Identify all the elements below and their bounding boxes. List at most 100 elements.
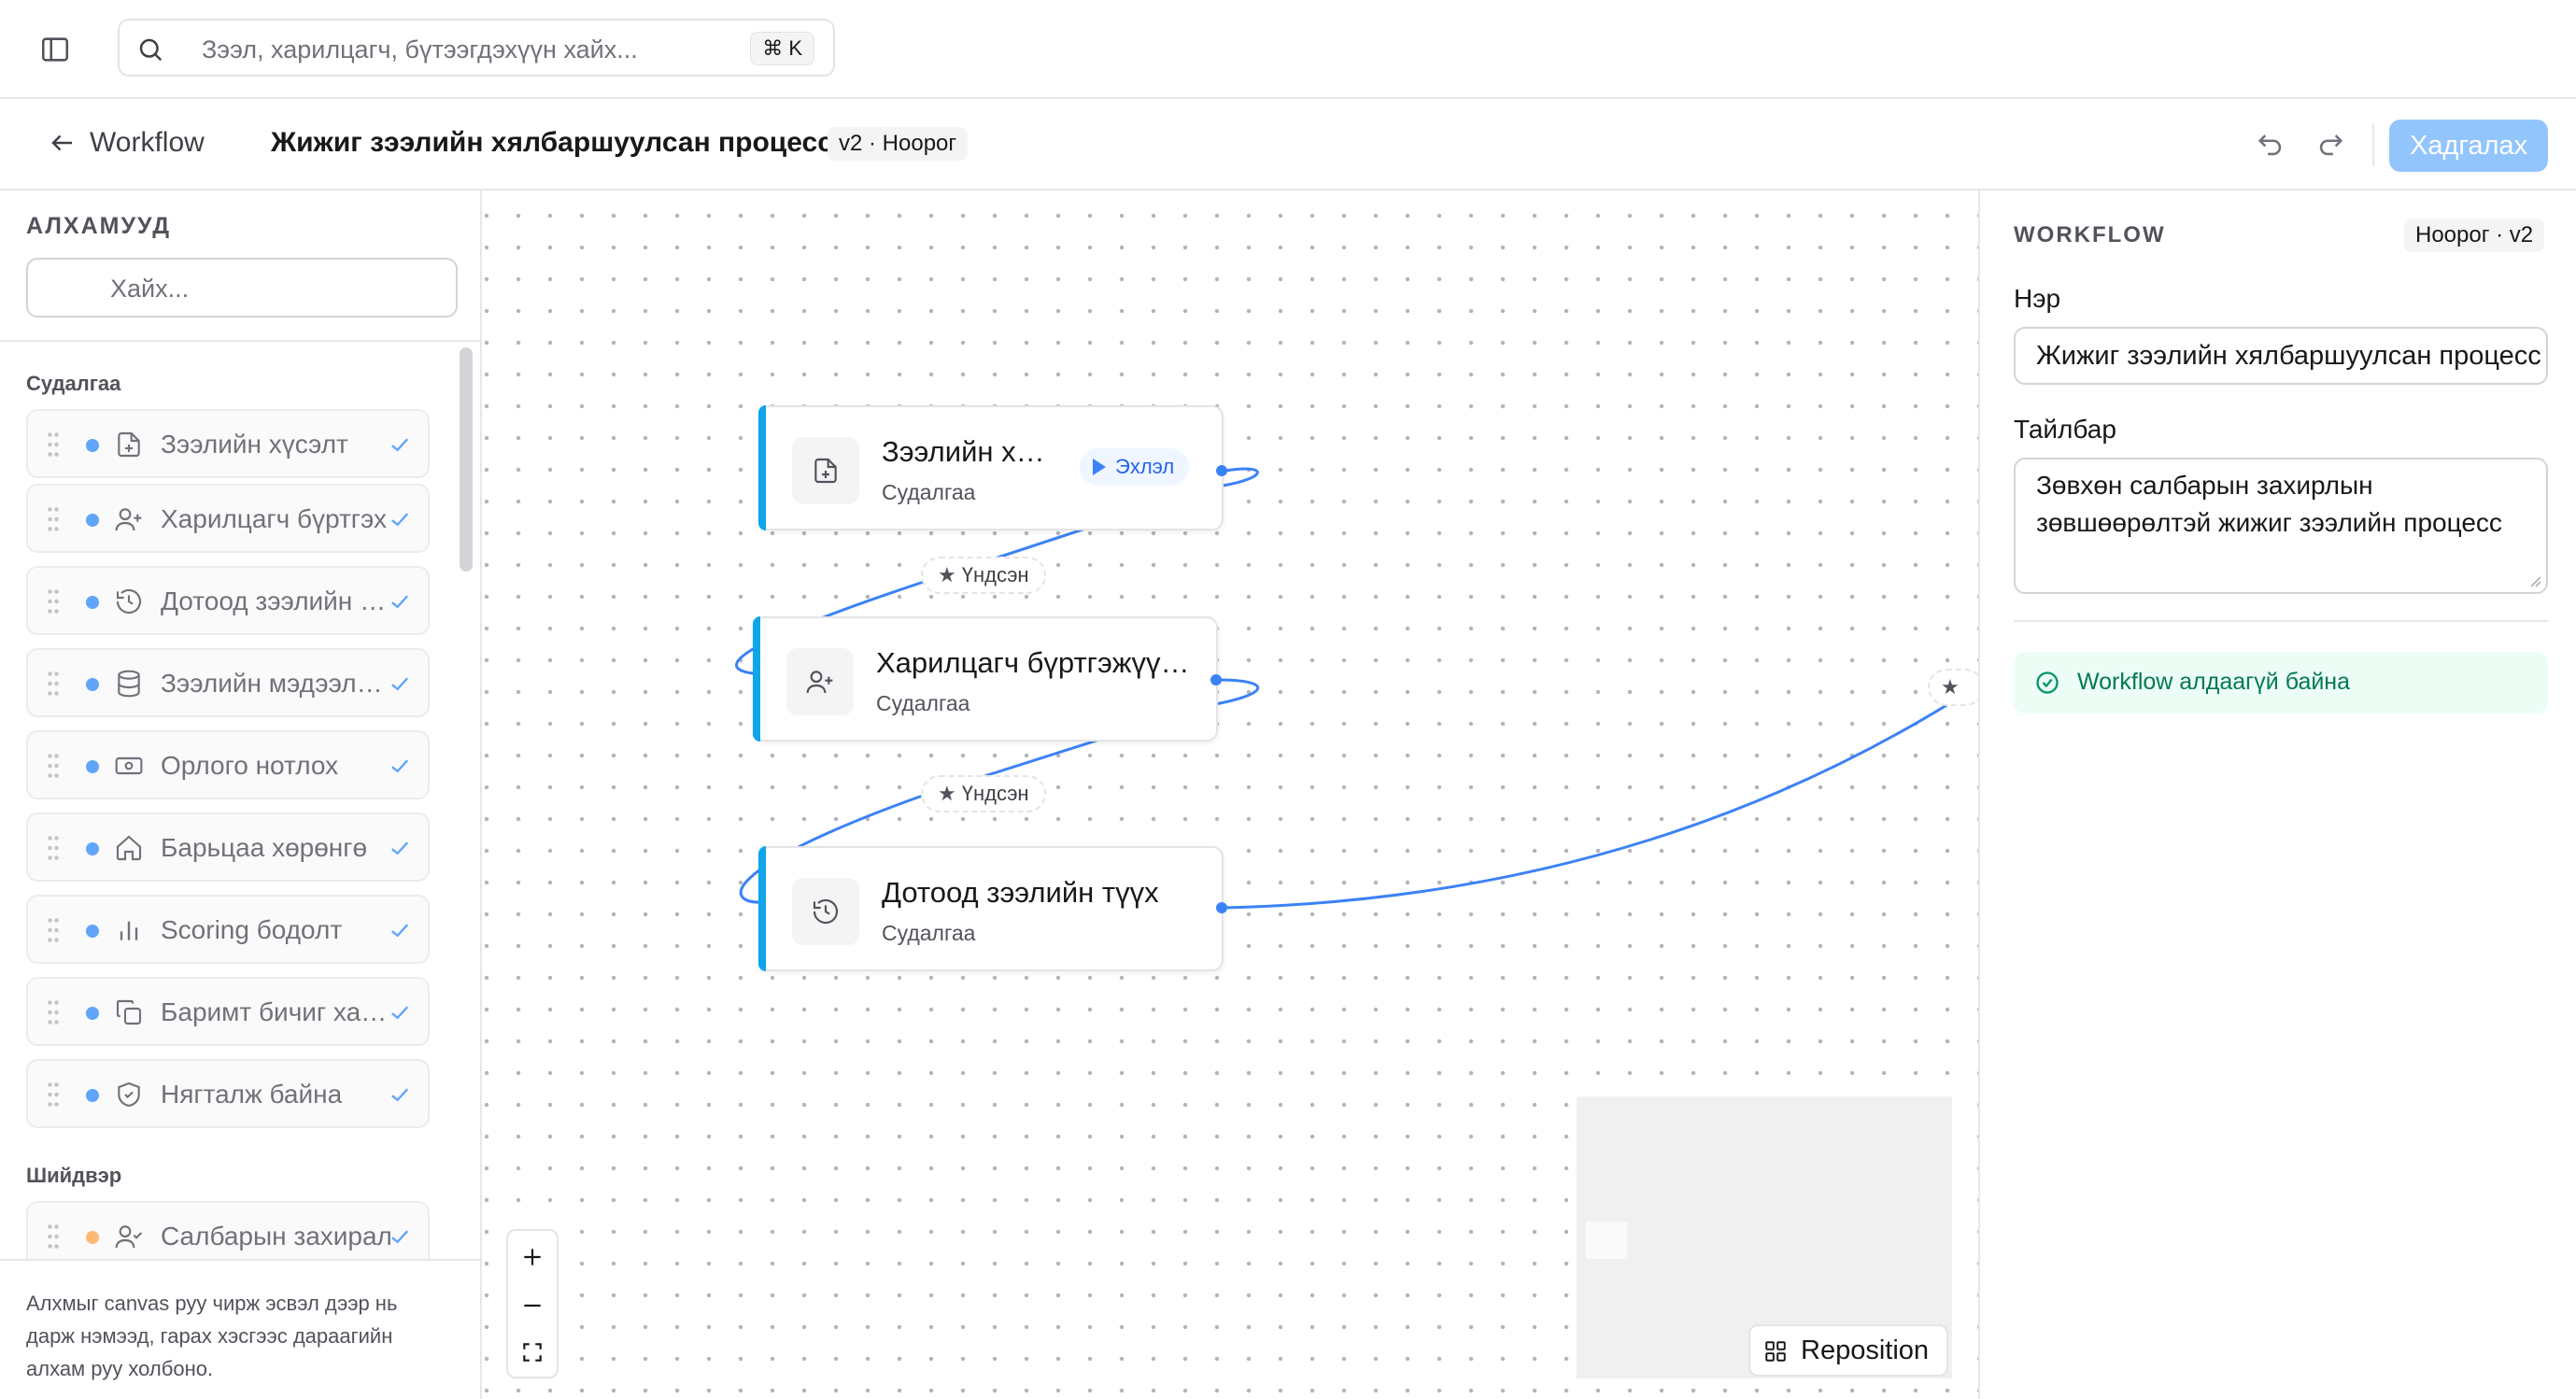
step-item[interactable]: Харилцагч бүртгэх <box>26 484 430 553</box>
node-internal-loan-history[interactable]: Дотоод зээлийн түүх Судалгаа <box>758 846 1224 971</box>
check-icon <box>391 513 409 527</box>
edge-label[interactable]: ★ Үндсэн <box>921 557 1046 594</box>
workflow-name-field[interactable]: Жижиг зээлийн хялбаршуулсан процесс <box>2014 327 2548 385</box>
step-item[interactable]: Зээлийн хүсэлт <box>26 409 430 478</box>
properties-divider <box>2014 620 2548 622</box>
global-search-input[interactable]: Зээл, харилцагч, бүтээгдэхүүн хайх... ⌘ … <box>118 19 835 77</box>
redo-icon[interactable] <box>2314 129 2346 161</box>
zoom-in-button[interactable] <box>508 1233 557 1281</box>
home-icon <box>116 835 142 861</box>
fullscreen-icon <box>523 1343 542 1362</box>
output-handle[interactable] <box>1210 674 1222 685</box>
workflow-canvas[interactable]: Зээлийн хүсэлт Судалгаа Эхлэл Харилцагч … <box>482 191 1978 1399</box>
step-item[interactable]: Баримт бичиг хавсаргах <box>26 977 430 1046</box>
status-dot <box>86 678 99 691</box>
reposition-label: Reposition <box>1801 1335 1930 1365</box>
drag-handle-icon[interactable] <box>47 1223 60 1250</box>
status-dot <box>86 925 99 938</box>
step-label: Scoring бодолт <box>161 915 343 944</box>
step-item[interactable]: Орлого нотлох <box>26 730 430 799</box>
step-item[interactable]: Салбарын захирал <box>26 1201 430 1263</box>
steps-panel-divider <box>0 340 480 342</box>
back-label: Workflow <box>90 127 205 158</box>
node-customer-registration[interactable]: Харилцагч бүртгэжүүлэх Судалгаа <box>753 616 1218 742</box>
minimap-viewport <box>1586 1222 1627 1259</box>
copy-icon <box>116 999 142 1025</box>
drag-handle-icon[interactable] <box>47 506 60 532</box>
status-dot <box>86 1007 99 1020</box>
node-subtitle: Судалгаа <box>882 921 976 945</box>
steps-panel-hint: Алхмыг canvas руу чирж эсвэл дээр нь дар… <box>0 1259 480 1399</box>
steps-list[interactable]: Судалгаа Зээлийн хүсэлт Харилцагч бүртгэ… <box>0 344 458 1263</box>
undo-icon[interactable] <box>2255 129 2286 161</box>
edge-label[interactable]: ★ Үндсэн <box>921 775 1046 813</box>
workflow-description-field[interactable]: Зөвхөн салбарын захирлын зөвшөөрөлтэй жи… <box>2014 458 2548 594</box>
drag-handle-icon[interactable] <box>47 1081 60 1108</box>
group-label-research: Судалгаа <box>26 372 121 395</box>
steps-search-input[interactable]: Хайх... <box>26 258 458 318</box>
header-divider <box>2372 123 2374 166</box>
step-label: Барьцаа хөрөнгө <box>161 833 368 862</box>
validation-status: Workflow алдаагүй байна <box>2014 652 2548 714</box>
step-label: Салбарын захирал <box>161 1222 392 1251</box>
arrow-left-icon <box>51 134 72 151</box>
step-label: Харилцагч бүртгэх <box>161 504 387 533</box>
zoom-controls <box>506 1229 559 1378</box>
sidebar-toggle-icon[interactable] <box>39 34 71 65</box>
steps-search-placeholder: Хайх... <box>110 275 190 303</box>
resize-handle-icon[interactable] <box>2527 573 2542 588</box>
status-badge: Ноорог · v2 <box>2404 219 2545 252</box>
plus-icon <box>524 1249 541 1265</box>
status-dot <box>86 514 99 527</box>
drag-handle-icon[interactable] <box>47 753 60 779</box>
check-circle-icon <box>2036 671 2059 694</box>
edge-label[interactable]: ★ <box>1928 669 1978 706</box>
drag-handle-icon[interactable] <box>47 431 60 458</box>
database-icon <box>118 670 140 698</box>
user-plus-icon <box>115 508 142 531</box>
node-accent-bar <box>758 405 766 530</box>
step-label: Зээлийн хүсэлт <box>161 430 348 459</box>
name-label: Нэр <box>2014 284 2061 313</box>
step-item[interactable]: Зээлийн мэдээллийн сан <box>26 648 430 717</box>
check-icon <box>391 1006 409 1020</box>
drag-handle-icon[interactable] <box>47 671 60 697</box>
fit-view-button[interactable] <box>508 1328 557 1377</box>
back-to-workflow-link[interactable]: Workflow <box>49 127 205 159</box>
node-title: Дотоод зээлийн түүх <box>882 876 1159 909</box>
step-item[interactable]: Дотоод зээлийн түүх <box>26 566 430 635</box>
steps-list-scrollbar[interactable] <box>460 347 473 572</box>
drag-handle-icon[interactable] <box>47 917 60 943</box>
save-button[interactable]: Хадгалах <box>2389 120 2548 172</box>
check-icon <box>391 595 409 609</box>
step-item[interactable]: Scoring бодолт <box>26 895 430 964</box>
start-label: Эхлэл <box>1115 455 1175 478</box>
drag-handle-icon[interactable] <box>47 835 60 861</box>
output-handle[interactable] <box>1216 902 1227 913</box>
top-bar: Зээл, харилцагч, бүтээгдэхүүн хайх... ⌘ … <box>0 0 2576 99</box>
start-badge: Эхлэл <box>1080 448 1190 486</box>
drag-handle-icon[interactable] <box>47 999 60 1025</box>
check-icon <box>391 924 409 938</box>
grid-icon <box>1765 1341 1786 1362</box>
minus-icon <box>524 1304 541 1307</box>
step-item[interactable]: Нягталж байна <box>26 1059 430 1128</box>
validation-text: Workflow алдаагүй байна <box>2077 669 2351 695</box>
node-subtitle: Судалгаа <box>882 480 976 504</box>
user-plus-icon <box>806 671 833 694</box>
banknote-icon <box>115 756 143 775</box>
drag-handle-icon[interactable] <box>47 588 60 615</box>
output-handle[interactable] <box>1216 465 1227 476</box>
reposition-button[interactable]: Reposition <box>1748 1324 1948 1377</box>
status-dot <box>86 596 99 609</box>
check-icon <box>391 1230 409 1244</box>
check-icon <box>391 677 409 691</box>
shortcut-badge: ⌘ K <box>750 32 814 65</box>
version-badge: v2 · Ноорог <box>828 127 969 161</box>
status-dot <box>86 1089 99 1102</box>
node-loan-request[interactable]: Зээлийн хүсэлт Судалгаа Эхлэл <box>758 405 1224 530</box>
hint-text: Алхмыг canvas руу чирж эсвэл дээр нь дар… <box>26 1292 398 1380</box>
zoom-out-button[interactable] <box>508 1281 557 1330</box>
step-item[interactable]: Барьцаа хөрөнгө <box>26 813 430 882</box>
edge-3-out <box>1223 684 1978 910</box>
